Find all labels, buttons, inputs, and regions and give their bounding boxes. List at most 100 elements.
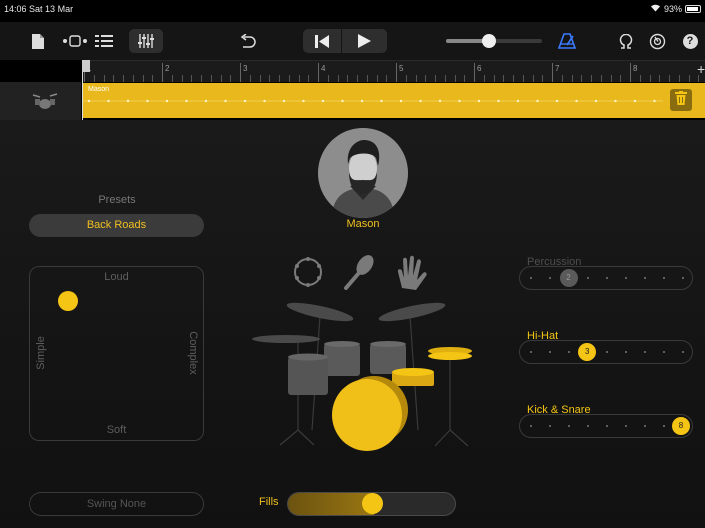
ruler-beat-tick: [659, 75, 661, 82]
slider-step-dot: [625, 277, 627, 279]
volume-slider[interactable]: [444, 29, 544, 53]
status-right: 93%: [650, 3, 701, 14]
tracks-list-icon[interactable]: [93, 29, 115, 53]
track-header[interactable]: [0, 82, 82, 120]
help-icon[interactable]: ?: [681, 29, 699, 53]
ruler-beat-tick: [123, 75, 124, 82]
delete-region-button[interactable]: [670, 89, 692, 111]
ruler-beat-tick: [542, 75, 544, 82]
ruler-beat-tick: [688, 75, 690, 82]
ruler-beat-tick: [201, 75, 202, 82]
slider-step-dot: [644, 351, 646, 353]
ruler-beat-tick: [454, 75, 456, 82]
hi-hat-cymbal[interactable]: [428, 347, 472, 360]
clap-icon[interactable]: [397, 255, 427, 290]
slider-step-dot: [530, 351, 532, 353]
fills-label: Fills: [259, 496, 279, 508]
instrument-slider-knob[interactable]: 8: [672, 417, 690, 435]
instrument-slider[interactable]: 2: [519, 266, 693, 290]
ruler-beat-tick: [581, 75, 583, 82]
ruler-beat-tick: [152, 75, 154, 82]
ruler-beat-tick: [493, 75, 495, 82]
slider-step-dot: [549, 425, 551, 427]
ruler-beat-tick: [405, 75, 407, 82]
instrument-slider-knob[interactable]: 2: [559, 269, 578, 287]
ruler-beat-tick: [444, 75, 446, 82]
ruler-beat-tick: [513, 75, 514, 82]
add-section-icon[interactable]: +: [697, 62, 705, 76]
ruler-beat-tick: [503, 75, 505, 82]
battery-icon: [685, 4, 701, 13]
snare-drum[interactable]: [392, 368, 434, 386]
presets-label: Presets: [98, 194, 136, 206]
slider-step-dot: [663, 351, 665, 353]
ruler-bar-tick: [474, 63, 475, 82]
slider-step-dot: [625, 425, 627, 427]
ruler-beat-tick: [366, 75, 368, 82]
loop-browser-icon[interactable]: [617, 29, 635, 53]
ruler-beat-tick: [639, 75, 641, 82]
ruler-beat-tick: [230, 75, 232, 82]
ruler-beat-tick: [93, 75, 95, 82]
ruler-beat-tick: [191, 75, 193, 82]
ruler-beat-tick: [483, 75, 485, 82]
instrument-slider[interactable]: 3: [519, 340, 693, 364]
slider-step-dot: [549, 351, 551, 353]
region-name: Mason: [88, 86, 110, 93]
ruler-bar-label: 3: [243, 64, 248, 73]
ruler-beat-tick: [347, 75, 349, 82]
cymbals: [252, 302, 446, 343]
ruler-bar-label: 7: [555, 64, 560, 73]
region-pattern: [83, 99, 663, 103]
swing-button[interactable]: Swing None: [29, 492, 204, 516]
ruler-beat-tick: [620, 75, 622, 82]
xy-label-complex: Complex: [187, 331, 199, 375]
ruler-bar-tick: [396, 63, 397, 82]
play-icon[interactable]: [342, 29, 387, 53]
playhead-handle[interactable]: [82, 60, 90, 72]
rewind-icon[interactable]: [303, 29, 341, 53]
slider-step-dot: [606, 351, 608, 353]
ruler-beat-tick: [425, 75, 427, 82]
drummer-name: Mason: [346, 218, 380, 230]
view-toggle-icon[interactable]: [62, 29, 88, 53]
ruler-bar-tick: [630, 63, 631, 82]
slider-step-dot: [587, 425, 589, 427]
undo-icon[interactable]: [238, 29, 258, 53]
ruler-beat-tick: [522, 75, 524, 82]
slider-step-dot: [663, 425, 665, 427]
ruler-beat-tick: [600, 75, 602, 82]
wifi-icon: [650, 3, 661, 14]
xy-label-soft: Soft: [106, 424, 127, 436]
ruler-beat-tick: [649, 75, 651, 82]
battery-percent: 93%: [663, 3, 682, 14]
status-time: 14:06 Sat 13 Mar: [4, 4, 74, 14]
mixer-icon[interactable]: [129, 29, 163, 53]
ruler-beat-tick: [678, 75, 680, 82]
document-icon[interactable]: [30, 29, 46, 53]
instrument-slider-knob[interactable]: 3: [578, 343, 597, 361]
timeline-ruler[interactable]: 12345678: [82, 60, 705, 82]
ruler-beat-tick: [113, 75, 115, 82]
ruler-beat-tick: [669, 75, 670, 82]
instrument-slider[interactable]: 8: [519, 414, 693, 438]
drummer-avatar[interactable]: [318, 128, 408, 218]
xy-pad-puck[interactable]: [58, 291, 78, 311]
drummer-region[interactable]: Mason: [83, 83, 705, 118]
preset-selector[interactable]: Back Roads: [29, 214, 204, 237]
fills-slider-fill: [288, 493, 374, 515]
shaker-icon[interactable]: [344, 252, 377, 290]
slider-step-dot: [568, 425, 570, 427]
drummer-portrait: [318, 128, 408, 218]
tambourine-icon[interactable]: [294, 257, 322, 287]
xy-pad[interactable]: Loud Soft Simple Complex: [29, 266, 204, 441]
kick-drum[interactable]: [332, 376, 408, 451]
ruler-beat-tick: [288, 75, 290, 82]
ruler-bar-tick: [162, 63, 163, 82]
settings-icon[interactable]: [647, 29, 667, 53]
ruler-beat-tick: [220, 75, 222, 82]
slider-step-dot: [549, 277, 551, 279]
metronome-icon[interactable]: [556, 29, 578, 53]
ruler-bar-label: 5: [399, 64, 404, 73]
xy-label-loud: Loud: [104, 271, 129, 283]
